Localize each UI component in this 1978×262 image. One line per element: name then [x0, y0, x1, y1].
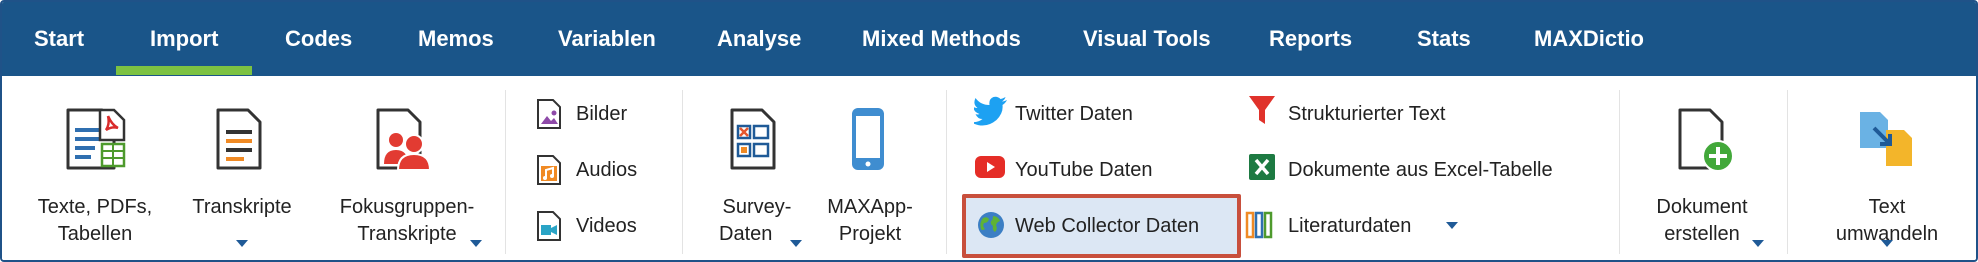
image-file-icon — [537, 99, 561, 129]
group-separator — [682, 90, 683, 254]
twitter-bird-icon — [974, 96, 1007, 126]
tab-start[interactable]: Start — [34, 2, 84, 76]
audios-label: Audios — [576, 159, 638, 181]
app-window: Start Import Codes Memos Variablen Analy… — [0, 0, 1978, 262]
focus-group-icon — [376, 108, 432, 171]
group-separator — [1787, 90, 1788, 254]
smartphone-icon — [852, 108, 884, 170]
literature-label: Literaturdaten — [1288, 215, 1412, 237]
chevron-down-icon[interactable] — [1881, 240, 1893, 247]
maxapp-label: MAXApp- Projekt — [827, 196, 913, 245]
group-separator — [946, 90, 947, 254]
audio-file-icon — [537, 155, 561, 185]
funnel-icon — [1249, 96, 1275, 124]
youtube-label: YouTube Daten — [1015, 159, 1153, 181]
chevron-down-icon[interactable] — [1752, 240, 1764, 247]
tab-stats[interactable]: Stats — [1417, 2, 1471, 76]
chevron-down-icon[interactable] — [470, 240, 482, 247]
tab-visual-tools[interactable]: Visual Tools — [1083, 2, 1211, 76]
structured-text-label: Strukturierter Text — [1288, 103, 1446, 125]
active-tab-indicator — [116, 66, 252, 75]
transcripts-label: Transkripte — [192, 196, 292, 218]
tab-reports[interactable]: Reports — [1269, 2, 1352, 76]
books-icon — [1245, 211, 1273, 239]
focus-groups-label: Fokusgruppen- Transkripte — [339, 196, 475, 245]
ribbon-tab-bar: Start Import Codes Memos Variablen Analy… — [2, 2, 1976, 76]
web-collector-label: Web Collector Daten — [1015, 215, 1200, 237]
youtube-icon — [975, 156, 1005, 178]
convert-text-icon — [1860, 112, 1912, 166]
videos-label: Videos — [576, 215, 637, 237]
images-label: Bilder — [576, 103, 628, 125]
excel-docs-label: Dokumente aus Excel-Tabelle — [1288, 159, 1553, 181]
tab-codes[interactable]: Codes — [285, 2, 352, 76]
transcript-icon — [216, 108, 262, 170]
tab-variablen[interactable]: Variablen — [558, 2, 656, 76]
chevron-down-icon[interactable] — [236, 240, 248, 247]
text-pdf-table-icon — [66, 108, 126, 170]
create-doc-label: Dokument erstellen — [1656, 196, 1748, 245]
chevron-down-icon[interactable] — [1446, 222, 1458, 229]
tab-maxdictio[interactable]: MAXDictio — [1534, 2, 1644, 76]
group-separator — [505, 90, 506, 254]
tab-mixed-methods[interactable]: Mixed Methods — [862, 2, 1021, 76]
texts-label: Texte, PDFs, Tabellen — [37, 196, 153, 245]
chevron-down-icon[interactable] — [790, 240, 802, 247]
excel-icon — [1249, 154, 1275, 180]
tab-memos[interactable]: Memos — [418, 2, 494, 76]
globe-icon — [978, 212, 1004, 238]
group-separator — [1619, 90, 1620, 254]
tab-import[interactable]: Import — [150, 2, 218, 76]
video-file-icon — [537, 211, 561, 241]
tab-analyse[interactable]: Analyse — [717, 2, 801, 76]
new-document-icon — [1678, 108, 1734, 172]
twitter-label: Twitter Daten — [1015, 103, 1133, 125]
survey-icon — [730, 108, 776, 170]
